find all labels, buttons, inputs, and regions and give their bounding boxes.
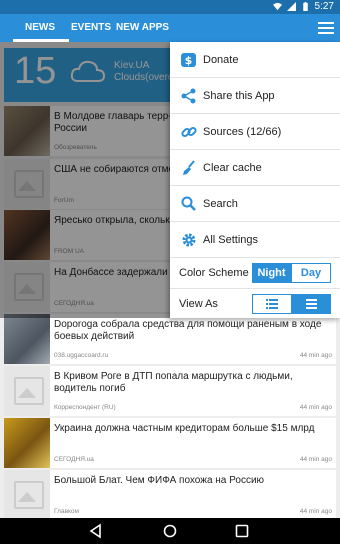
news-headline: Большой Блат. Чем ФИФА похожа на Россию — [54, 475, 265, 486]
broom-icon — [183, 160, 195, 175]
menu-item-label: Share this App — [203, 90, 275, 102]
news-time: 44 min ago — [299, 404, 332, 411]
search-icon — [181, 196, 196, 211]
image-placeholder-icon — [4, 470, 50, 518]
news-item[interactable]: В Кривом Роге в ДТП попала маршрутка с л… — [4, 366, 336, 416]
menu-item-search[interactable]: Search — [170, 186, 340, 222]
battery-icon — [302, 2, 308, 11]
menu-item-donate[interactable]: $ Donate — [170, 42, 340, 78]
recents-icon[interactable] — [234, 523, 250, 539]
color-scheme-label: Color Scheme — [179, 267, 249, 279]
menu-item-label: Search — [203, 198, 238, 210]
overflow-menu: $ Donate Share this App Sources (12/66) … — [170, 42, 340, 318]
news-item[interactable]: Украина должна частным кредиторам больше… — [4, 418, 336, 468]
home-icon[interactable] — [162, 523, 178, 539]
view-as-row: View As — [170, 289, 340, 318]
app-bar: NEWS EVENTS NEW APPS — [0, 14, 340, 42]
compact-view-icon — [306, 299, 317, 309]
share-icon — [181, 88, 196, 104]
news-thumbnail — [4, 418, 50, 468]
day-mode-button[interactable]: Day — [291, 263, 331, 283]
menu-item-share[interactable]: Share this App — [170, 78, 340, 114]
list-view-icon — [266, 299, 278, 309]
navigation-bar — [0, 518, 340, 544]
news-time: 44 min ago — [299, 352, 332, 359]
status-bar: 5:27 — [0, 0, 340, 14]
news-item[interactable]: Большой Блат. Чем ФИФА похожа на Россию … — [4, 470, 336, 518]
back-icon[interactable] — [88, 523, 104, 539]
view-as-label: View As — [179, 298, 218, 310]
tab-events[interactable]: EVENTS — [71, 14, 111, 42]
news-source: СЕГОДНЯ.ua — [54, 456, 94, 463]
news-source: Главком — [54, 508, 80, 515]
menu-item-label: Sources (12/66) — [203, 126, 282, 138]
news-time: 44 min ago — [299, 508, 332, 515]
news-headline: Украина должна частным кредиторам больше… — [54, 423, 315, 434]
night-mode-button[interactable]: Night — [252, 263, 291, 283]
image-placeholder-icon — [4, 366, 50, 416]
menu-item-label: All Settings — [203, 234, 259, 246]
news-time: 44 min ago — [299, 456, 332, 463]
overflow-menu-button[interactable] — [318, 20, 334, 36]
news-source: Корреспондент (RU) — [54, 404, 116, 411]
menu-item-sources[interactable]: Sources (12/66) — [170, 114, 340, 150]
news-headline: В Кривом Роге в ДТП попала маршрутка с л… — [54, 371, 293, 394]
news-headline: Doporoga собрала средства для помощи ран… — [54, 319, 322, 342]
link-icon — [181, 126, 197, 138]
tab-new-apps[interactable]: NEW APPS — [116, 14, 169, 42]
news-source: 038.uggaccoard.ru — [54, 352, 109, 359]
signal-icon — [286, 2, 296, 11]
menu-item-label: Clear cache — [203, 162, 262, 174]
status-time: 5:27 — [314, 1, 334, 12]
menu-item-label: Donate — [203, 54, 239, 66]
menu-item-settings[interactable]: All Settings — [170, 222, 340, 258]
news-item[interactable]: Doporoga собрала средства для помощи ран… — [4, 314, 336, 364]
gear-icon — [182, 233, 196, 247]
color-scheme-row: Color Scheme Night Day — [170, 258, 340, 289]
news-thumbnail — [4, 314, 50, 364]
view-list-button[interactable] — [252, 294, 292, 314]
donate-icon: $ — [181, 53, 196, 67]
svg-text:$: $ — [185, 54, 193, 67]
wifi-icon — [272, 2, 282, 11]
tab-news[interactable]: NEWS — [13, 14, 69, 42]
menu-item-clear-cache[interactable]: Clear cache — [170, 150, 340, 186]
view-compact-button[interactable] — [292, 294, 331, 314]
